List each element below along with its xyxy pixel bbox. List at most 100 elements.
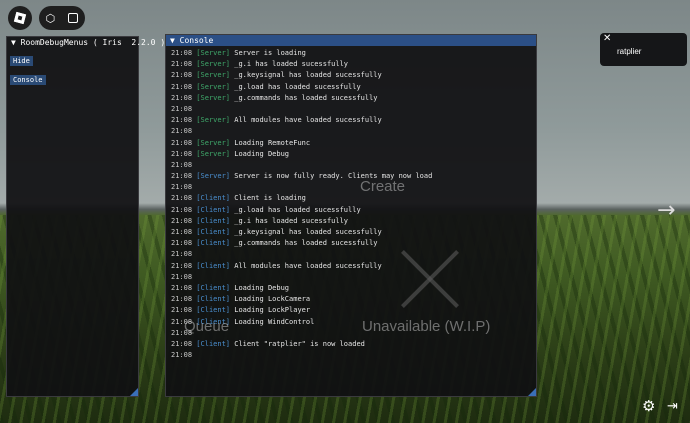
timestamp: 21:08 bbox=[171, 306, 193, 315]
leave-icon[interactable]: ⇥ bbox=[667, 399, 678, 414]
console-line: 21:08 [Client] All modules have loaded s… bbox=[166, 261, 536, 272]
timestamp: 21:08 bbox=[171, 328, 193, 337]
log-message: Client is loading bbox=[234, 194, 306, 203]
timestamp: 21:08 bbox=[171, 295, 193, 304]
console-line: 21:08 bbox=[166, 272, 536, 283]
timestamp: 21:08 bbox=[171, 71, 193, 80]
console-line: 21:08 [Client] Loading WindControl bbox=[166, 317, 536, 328]
console-line: 21:08 [Server] _g.i has loaded sucessful… bbox=[166, 59, 536, 70]
log-message: _g.i has loaded sucessfully bbox=[234, 216, 349, 225]
console-line: 21:08 [Client] _g.commands has loaded su… bbox=[166, 238, 536, 249]
console-line: 21:08 [Server] Server is now fully ready… bbox=[166, 171, 536, 182]
timestamp: 21:08 bbox=[171, 194, 193, 203]
timestamp: 21:08 bbox=[171, 205, 193, 214]
console-line: 21:08 [Server] _g.keysignal has loaded s… bbox=[166, 70, 536, 81]
resize-grip[interactable] bbox=[528, 388, 536, 396]
console-line: 21:08 [Server] _g.load has loaded sucess… bbox=[166, 82, 536, 93]
log-message: Loading LockCamera bbox=[234, 295, 311, 304]
timestamp: 21:08 bbox=[171, 172, 193, 181]
log-message: Loading LockPlayer bbox=[234, 306, 311, 315]
timestamp: 21:08 bbox=[171, 82, 193, 91]
settings-icon[interactable]: ⚙ bbox=[642, 397, 655, 415]
console-window: ▼ Console 21:08 [Server] Server is loadi… bbox=[165, 34, 537, 397]
source-tag: [Server] bbox=[196, 172, 231, 181]
source-tag: [Client] bbox=[196, 194, 231, 203]
console-line: 21:08 [Client] Loading LockCamera bbox=[166, 294, 536, 305]
timestamp: 21:08 bbox=[171, 138, 193, 147]
source-tag: [Client] bbox=[196, 228, 231, 236]
notification-username: ratplier bbox=[617, 47, 642, 56]
cube-icon[interactable]: ⬡ bbox=[46, 12, 56, 25]
roblox-logo-icon bbox=[13, 11, 27, 25]
log-message: _g.keysignal has loaded sucessfully bbox=[234, 71, 382, 80]
console-log: 21:08 [Server] Server is loading 21:08 [S… bbox=[166, 46, 536, 361]
debug-menu-title-text: RoomDebugMenus ( Iris 2.2.0 ) bbox=[20, 38, 166, 47]
console-line: 21:08 [Server] All modules have loaded s… bbox=[166, 115, 536, 126]
source-tag: [Server] bbox=[196, 60, 231, 69]
console-line: 21:08 [Client] Client is loading bbox=[166, 193, 536, 204]
timestamp: 21:08 bbox=[171, 127, 193, 136]
log-message: All modules have loaded sucessfully bbox=[234, 261, 382, 270]
resize-grip[interactable] bbox=[130, 388, 138, 396]
timestamp: 21:08 bbox=[171, 104, 193, 113]
source-tag: [Server] bbox=[196, 93, 231, 102]
log-message: _g.load has loaded sucessfully bbox=[234, 205, 361, 214]
source-tag: [Client] bbox=[196, 261, 231, 270]
log-message: Client "ratplier" is now loaded bbox=[234, 339, 365, 348]
log-message: Loading RemoteFunc bbox=[234, 138, 311, 147]
log-message: _g.commands has loaded sucessfully bbox=[234, 93, 378, 102]
console-button[interactable]: Console bbox=[10, 75, 46, 85]
close-icon[interactable]: ✕ bbox=[603, 33, 611, 44]
source-tag: [Server] bbox=[196, 49, 231, 57]
timestamp: 21:08 bbox=[171, 116, 193, 125]
timestamp: 21:08 bbox=[171, 272, 193, 281]
timestamp: 21:08 bbox=[171, 317, 193, 326]
console-line: 21:08 [Client] Loading Debug bbox=[166, 283, 536, 294]
source-tag: [Server] bbox=[196, 82, 231, 91]
source-tag: [Client] bbox=[196, 239, 231, 248]
timestamp: 21:08 bbox=[171, 339, 193, 348]
console-title-bar[interactable]: ▼ Console bbox=[166, 35, 536, 46]
timestamp: 21:08 bbox=[171, 49, 193, 57]
source-tag: [Client] bbox=[196, 283, 231, 292]
timestamp: 21:08 bbox=[171, 60, 193, 69]
console-line: 21:08 bbox=[166, 249, 536, 260]
timestamp: 21:08 bbox=[171, 351, 193, 360]
timestamp: 21:08 bbox=[171, 149, 193, 158]
source-tag: [Client] bbox=[196, 317, 231, 326]
arrow-right-icon[interactable]: → bbox=[657, 198, 675, 223]
log-message: _g.keysignal has loaded sucessfully bbox=[234, 228, 382, 236]
console-line: 21:08 bbox=[166, 104, 536, 115]
source-tag: [Server] bbox=[196, 138, 231, 147]
console-line: 21:08 [Client] _g.keysignal has loaded s… bbox=[166, 227, 536, 238]
source-tag: [Client] bbox=[196, 205, 231, 214]
source-tag: [Server] bbox=[196, 116, 231, 125]
console-title-text: Console bbox=[179, 36, 214, 45]
debug-menu-title[interactable]: ▼ RoomDebugMenus ( Iris 2.2.0 ) bbox=[7, 37, 165, 48]
console-line: 21:08 [Server] Server is loading bbox=[166, 48, 536, 59]
debug-menu-window: ▼ RoomDebugMenus ( Iris 2.2.0 ) Hide Con… bbox=[6, 36, 165, 397]
timestamp: 21:08 bbox=[171, 250, 193, 259]
chat-list-icon[interactable] bbox=[68, 13, 79, 23]
console-line: 21:08 [Client] Client "ratplier" is now … bbox=[166, 339, 536, 350]
log-message: _g.load has loaded sucessfully bbox=[234, 82, 361, 91]
timestamp: 21:08 bbox=[171, 283, 193, 292]
timestamp: 21:08 bbox=[171, 216, 193, 225]
log-message: Loading Debug bbox=[234, 283, 290, 292]
log-message: Server is loading bbox=[234, 49, 306, 57]
timestamp: 21:08 bbox=[171, 160, 193, 169]
roblox-menu-button[interactable] bbox=[8, 6, 32, 30]
console-line: 21:08 [Server] Loading Debug bbox=[166, 149, 536, 160]
log-message: Loading WindControl bbox=[234, 317, 315, 326]
timestamp: 21:08 bbox=[171, 239, 193, 248]
console-line: 21:08 [Client] _g.i has loaded sucessful… bbox=[166, 216, 536, 227]
hide-button[interactable]: Hide bbox=[10, 56, 33, 66]
log-message: All modules have loaded sucessfully bbox=[234, 116, 382, 125]
source-tag: [Server] bbox=[196, 149, 231, 158]
console-line: 21:08 bbox=[166, 328, 536, 339]
top-toolbar: ⬡ bbox=[39, 6, 85, 30]
log-message: _g.i has loaded sucessfully bbox=[234, 60, 349, 69]
console-line: 21:08 [Client] _g.load has loaded sucess… bbox=[166, 205, 536, 216]
log-message: Loading Debug bbox=[234, 149, 290, 158]
console-line: 21:08 [Server] _g.commands has loaded su… bbox=[166, 93, 536, 104]
